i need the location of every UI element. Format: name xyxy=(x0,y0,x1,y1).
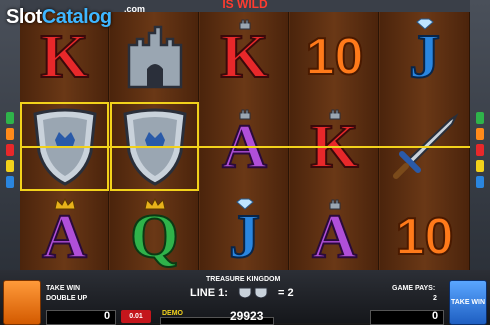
line-win: = 2 xyxy=(278,287,294,299)
payline-1 xyxy=(20,146,470,148)
symbol-j: J xyxy=(380,12,469,101)
castle-icon xyxy=(127,25,182,88)
blue-gem-icon xyxy=(476,176,484,188)
logo-com: .com xyxy=(124,4,146,14)
symbol-10: 10 xyxy=(290,12,379,101)
symbol-q-text: Q xyxy=(129,202,179,271)
symbol-a: A xyxy=(20,192,109,281)
win-value: 0 xyxy=(432,310,439,322)
diamond-icon xyxy=(415,18,434,30)
shield-mini-icons xyxy=(238,287,268,298)
symbol-castle xyxy=(110,12,199,101)
wild-banner: IS WILD xyxy=(222,0,268,10)
symbol-a-text: A xyxy=(41,202,88,271)
crown-icon xyxy=(53,198,76,210)
symbol-j: J xyxy=(200,192,289,281)
crown-icon xyxy=(143,198,166,210)
game-title: TREASURE KINGDOM xyxy=(206,276,281,283)
symbol-10-text: 10 xyxy=(395,207,455,266)
rook-icon xyxy=(239,109,250,120)
bet-value: 0 xyxy=(104,310,111,322)
diamond-icon xyxy=(235,198,254,210)
rook-icon xyxy=(329,199,340,210)
blue-gem-icon xyxy=(6,176,14,188)
symbol-k-text: K xyxy=(39,22,89,91)
symbol-10-text: 10 xyxy=(305,27,365,86)
logo-text-catalog: Catalog xyxy=(41,6,112,28)
demo-label: DEMO xyxy=(162,310,183,317)
orange-gem-icon xyxy=(476,128,484,140)
credit-value: 29923 xyxy=(230,309,264,323)
game-pays-value: 2 xyxy=(433,295,437,302)
symbol-j-text: J xyxy=(228,202,261,271)
symbol-k-text: K xyxy=(219,22,269,91)
symbol-q: Q xyxy=(110,192,199,281)
line-label: LINE 1: xyxy=(190,287,228,299)
green-gem-icon xyxy=(476,112,484,124)
menu-button[interactable] xyxy=(3,280,41,325)
orange-gem-icon xyxy=(6,128,14,140)
symbol-k: K xyxy=(200,12,289,101)
rook-icon xyxy=(239,19,250,30)
game-pays-label: GAME PAYS: xyxy=(392,285,436,292)
green-gem-icon xyxy=(6,112,14,124)
symbol-a: A xyxy=(290,192,379,281)
yellow-gem-icon xyxy=(6,160,14,172)
take-win-button[interactable]: TAKE WIN xyxy=(449,280,487,325)
slotcatalog-logo: SlotCatalog xyxy=(6,6,112,29)
symbol-j-text: J xyxy=(408,22,441,91)
rook-icon xyxy=(329,109,340,120)
red-gem-icon xyxy=(476,144,484,156)
symbol-10: 10 xyxy=(380,192,469,281)
yellow-gem-icon xyxy=(476,160,484,172)
symbol-a-text: A xyxy=(311,202,358,271)
double-up-label: DOUBLE UP xyxy=(46,295,88,302)
coin-value-button[interactable]: 0.01 xyxy=(121,310,151,323)
logo-text-slot: Slot xyxy=(6,6,42,28)
right-pillar xyxy=(470,0,490,280)
take-win-label: TAKE WIN xyxy=(46,285,81,292)
red-gem-icon xyxy=(6,144,14,156)
left-pillar xyxy=(0,0,20,280)
